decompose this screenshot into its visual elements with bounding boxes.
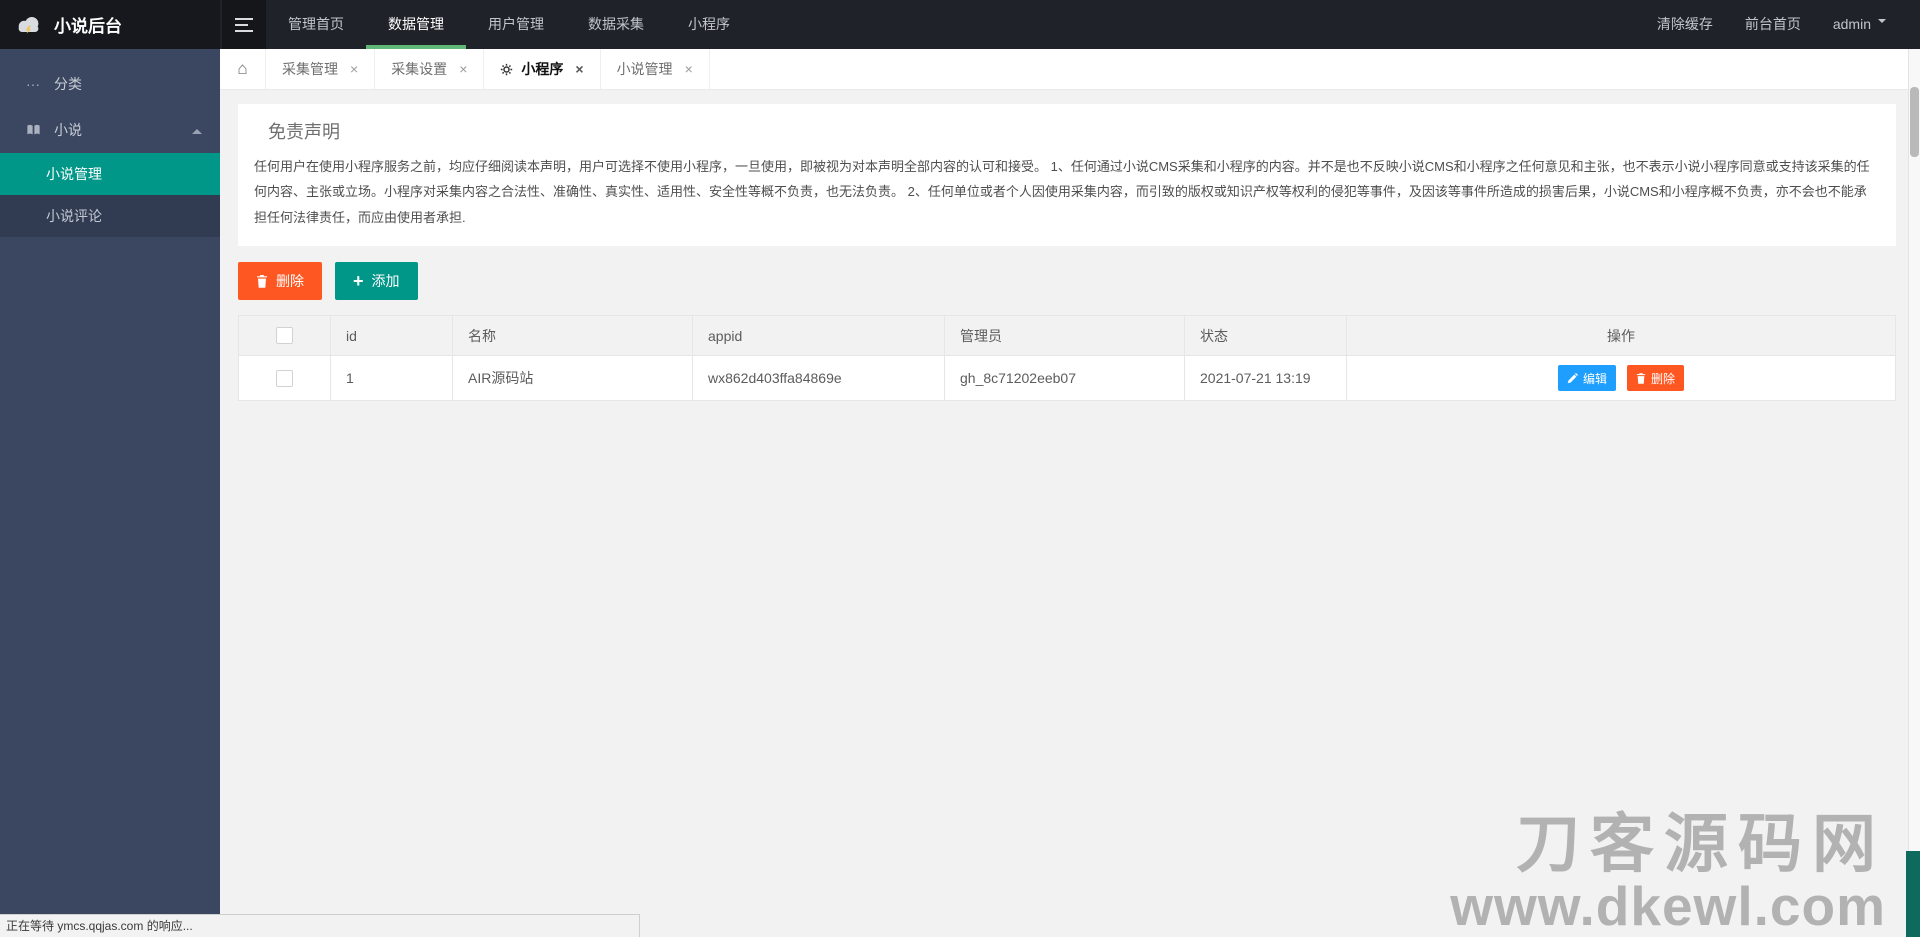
tab-miniprogram[interactable]: 小程序 × [484,49,600,89]
sidebar-item-label: 分类 [54,74,82,94]
table-header-row: id 名称 appid 管理员 状态 操作 [239,316,1896,356]
sidebar-item-novel[interactable]: 小说 [0,107,220,153]
username: admin [1833,16,1871,32]
hamburger-icon [235,18,253,32]
home-icon: ⌂ [237,59,247,79]
nav-item-admin-home[interactable]: 管理首页 [266,0,366,49]
main-area: ⌂ 采集管理 × 采集设置 × [220,49,1920,937]
col-header-admin: 管理员 [945,316,1185,356]
cell-status: 2021-07-21 13:19 [1185,356,1347,401]
tab-close-icon[interactable]: × [350,61,358,77]
tab-home[interactable]: ⌂ [220,49,266,89]
cell-id: 1 [331,356,453,401]
sidebar-item-label: 小说 [54,120,82,140]
trash-icon [1636,373,1646,384]
page: 小说后台 管理首页 数据管理 用户管理 数据采集 小程序 清除缓存 前台首页 a… [0,0,1920,937]
sidebar: ··· 分类 小说 小说管理 小说评论 [0,49,220,937]
tab-label: 小说管理 [617,59,673,79]
app-logo: 小说后台 [0,0,220,49]
edit-button[interactable]: 编辑 [1558,365,1616,391]
user-dropdown[interactable]: admin [1817,0,1902,49]
cell-admin: gh_8c71202eeb07 [945,356,1185,401]
trash-icon [256,275,268,288]
disclaimer-title: 免责声明 [268,118,1878,144]
chevron-up-icon [192,124,202,134]
pencil-icon [1567,373,1578,384]
sidebar-toggle-button[interactable] [222,0,266,49]
scrollbar-thumb[interactable] [1910,87,1919,157]
table-row: 1 AIR源码站 wx862d403ffa84869e gh_8c71202ee… [239,356,1896,401]
miniprogram-table: id 名称 appid 管理员 状态 操作 1 [238,315,1896,401]
sidebar-item-category[interactable]: ··· 分类 [0,61,220,107]
book-icon [26,123,54,137]
content: 免责声明 任何用户在使用小程序服务之前，均应仔细阅读本声明，用户可选择不使用小程… [220,90,1920,937]
tab-label: 采集管理 [282,59,338,79]
col-header-id: id [331,316,453,356]
cell-name: AIR源码站 [453,356,693,401]
add-button[interactable]: + 添加 [335,262,418,300]
corner-widget[interactable] [1906,851,1920,937]
tab-close-icon[interactable]: × [459,61,467,77]
row-checkbox[interactable] [276,370,293,387]
tab-label: 小程序 [521,59,563,79]
tabbar: ⌂ 采集管理 × 采集设置 × [220,49,1920,90]
delete-button[interactable]: 删除 [238,262,322,300]
app-title: 小说后台 [54,12,122,37]
col-header-name: 名称 [453,316,693,356]
clear-cache-button[interactable]: 清除缓存 [1641,0,1729,49]
row-actions: 编辑 删除 [1362,365,1880,391]
novel-submenu: 小说管理 小说评论 [0,153,220,237]
main-nav-menu: 管理首页 数据管理 用户管理 数据采集 小程序 [266,0,752,49]
disclaimer-body: 任何用户在使用小程序服务之前，均应仔细阅读本声明，用户可选择不使用小程序，一旦使… [254,154,1878,230]
plus-icon: + [353,272,364,290]
tab-close-icon[interactable]: × [575,61,583,77]
nav-item-miniprogram[interactable]: 小程序 [666,0,752,49]
add-button-label: 添加 [372,271,400,291]
disclaimer-card: 免责声明 任何用户在使用小程序服务之前，均应仔细阅读本声明，用户可选择不使用小程… [238,104,1896,246]
table-toolbar: 删除 + 添加 [238,262,1896,300]
row-delete-button[interactable]: 删除 [1627,365,1684,391]
nav-item-data-collection[interactable]: 数据采集 [566,0,666,49]
select-all-checkbox[interactable] [276,327,293,344]
navbar-right: 清除缓存 前台首页 admin [1641,0,1920,49]
sidebar-subitem-novel-manage[interactable]: 小说管理 [0,153,220,195]
scrollbar-track[interactable] [1908,49,1920,937]
frontend-home-link[interactable]: 前台首页 [1729,0,1817,49]
chevron-down-icon [1878,19,1886,27]
tab-collect-settings[interactable]: 采集设置 × [375,49,484,89]
cell-appid: wx862d403ffa84869e [693,356,945,401]
top-navbar: 小说后台 管理首页 数据管理 用户管理 数据采集 小程序 清除缓存 前台首页 a… [0,0,1920,49]
col-header-status: 状态 [1185,316,1347,356]
tab-collect-manage[interactable]: 采集管理 × [266,49,375,89]
gear-icon [500,63,513,76]
dots-icon: ··· [26,76,54,92]
browser-status-text: 正在等待 ymcs.qqjas.com 的响应... [0,914,640,937]
col-header-appid: appid [693,316,945,356]
tab-novel-manage[interactable]: 小说管理 × [601,49,710,89]
tab-label: 采集设置 [391,59,447,79]
row-delete-button-label: 删除 [1651,370,1675,387]
tab-close-icon[interactable]: × [685,61,693,77]
edit-button-label: 编辑 [1583,370,1607,387]
col-header-actions: 操作 [1347,316,1896,356]
delete-button-label: 删除 [276,271,304,291]
nav-item-user-management[interactable]: 用户管理 [466,0,566,49]
storm-cloud-icon [14,14,44,35]
nav-item-data-management[interactable]: 数据管理 [366,0,466,49]
sidebar-subitem-novel-comment[interactable]: 小说评论 [0,195,220,237]
